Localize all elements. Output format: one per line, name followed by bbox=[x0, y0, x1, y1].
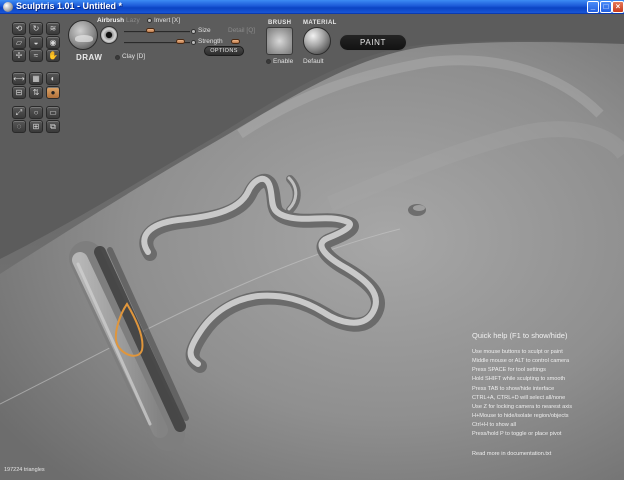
mirror-icon[interactable]: ⧉ bbox=[46, 120, 60, 133]
detail-label[interactable]: Detail [Q] bbox=[228, 27, 255, 34]
size-label: Size bbox=[198, 27, 211, 34]
material-sphere-icon[interactable] bbox=[303, 27, 331, 55]
minimize-button[interactable]: _ bbox=[587, 1, 599, 13]
quick-help-line: Press TAB to show/hide interface bbox=[472, 385, 555, 392]
size-radio[interactable] bbox=[191, 29, 196, 34]
invert-radio[interactable] bbox=[147, 18, 152, 23]
reduce-icon[interactable]: ⊟ bbox=[12, 86, 26, 99]
triangle-count: 197224 triangles bbox=[4, 467, 45, 473]
title-bar: Sculptris 1.01 - Untitled * _ □ × bbox=[0, 0, 624, 14]
symmetry-icon[interactable]: ⟷ bbox=[12, 72, 26, 85]
quick-help-lines: Use mouse buttons to sculpt or paint Midd… bbox=[472, 348, 622, 440]
quick-help-footer: Read more in documentation.txt bbox=[472, 450, 552, 457]
strength-slider-knob[interactable] bbox=[176, 39, 185, 44]
plane-icon[interactable]: ▭ bbox=[46, 106, 60, 119]
quick-help-line: Press SPACE for tool settings bbox=[472, 367, 546, 374]
crease-icon[interactable]: ≋ bbox=[46, 22, 60, 35]
mask-icon[interactable]: ◐ bbox=[46, 72, 60, 85]
detail-slider-knob[interactable] bbox=[231, 39, 240, 44]
quick-help-line: Hold SHIFT while sculpting to smooth bbox=[472, 376, 566, 383]
tool-name: DRAW bbox=[76, 53, 103, 62]
close-button[interactable]: × bbox=[612, 1, 624, 13]
draw-icon[interactable]: ◒ bbox=[29, 36, 43, 49]
twist-icon[interactable]: ↻ bbox=[29, 22, 43, 35]
quick-help-panel: Quick help (F1 to show/hide) Use mouse b… bbox=[472, 331, 622, 457]
brush-enable-radio[interactable] bbox=[266, 59, 271, 64]
smooth-icon[interactable]: ≈ bbox=[29, 49, 43, 62]
inflate-icon[interactable]: ◉ bbox=[46, 36, 60, 49]
brush-enable-label[interactable]: Enable bbox=[273, 58, 293, 65]
quick-help-line: H+Mouse to hide/isolate region/objects bbox=[472, 413, 569, 420]
quick-help-line: Ctrl+H to show all bbox=[472, 422, 516, 429]
pinch-icon[interactable]: ✢ bbox=[12, 49, 26, 62]
falloff-dial-icon[interactable] bbox=[100, 26, 118, 44]
sculptris-window: Sculptris 1.01 - Untitled * _ □ × ⟲ ↻ ≋ … bbox=[0, 0, 624, 480]
wireframe-icon[interactable]: ▦ bbox=[29, 72, 43, 85]
hide-icon[interactable]: ◌ bbox=[12, 120, 26, 133]
quick-help-line: Middle mouse or ALT to control camera bbox=[472, 358, 570, 365]
sphere-icon[interactable]: ○ bbox=[29, 106, 43, 119]
active-brush-icon[interactable]: ● bbox=[46, 86, 60, 99]
flatten-icon[interactable]: ▱ bbox=[12, 36, 26, 49]
scale-icon[interactable]: ⤢ bbox=[12, 106, 26, 119]
invert-icon[interactable]: ⇅ bbox=[29, 86, 43, 99]
airbrush-label[interactable]: Airbrush bbox=[97, 17, 124, 24]
size-slider[interactable] bbox=[124, 31, 190, 33]
quick-help-line: Use mouse buttons to sculpt or paint bbox=[472, 349, 563, 355]
draw-tool-icon[interactable] bbox=[68, 20, 98, 50]
clay-radio[interactable] bbox=[115, 55, 120, 60]
invert-label[interactable]: Invert [X] bbox=[154, 17, 180, 24]
quick-help-line: Use Z for locking camera to nearest axis bbox=[472, 403, 573, 410]
brush-texture-swatch[interactable] bbox=[266, 27, 293, 55]
options-button[interactable]: OPTIONS bbox=[204, 46, 244, 56]
material-header: MATERIAL bbox=[303, 20, 337, 26]
size-slider-knob[interactable] bbox=[146, 28, 155, 33]
material-name: Default bbox=[303, 58, 324, 65]
brush-header: BRUSH bbox=[268, 20, 292, 26]
subdivide-icon[interactable]: ⊞ bbox=[29, 120, 43, 133]
window-title: Sculptris 1.01 - Untitled * bbox=[16, 1, 123, 11]
grab-icon[interactable]: ✋ bbox=[46, 49, 60, 62]
quick-help-line: CTRL+A, CTRL+D will select all/none bbox=[472, 394, 566, 401]
strength-label: Strength bbox=[198, 38, 223, 45]
quick-help-title: Quick help (F1 to show/hide) bbox=[472, 331, 568, 340]
lazy-label[interactable]: Lazy bbox=[126, 17, 140, 24]
rotate-icon[interactable]: ⟲ bbox=[12, 22, 26, 35]
maximize-button[interactable]: □ bbox=[600, 1, 612, 13]
clay-label[interactable]: Clay [D] bbox=[122, 53, 145, 60]
quick-help-line: Press/hold P to toggle or place pivot bbox=[472, 431, 562, 438]
paint-button[interactable]: PAINT bbox=[339, 34, 407, 51]
app-icon bbox=[3, 2, 13, 12]
strength-radio[interactable] bbox=[191, 40, 196, 45]
